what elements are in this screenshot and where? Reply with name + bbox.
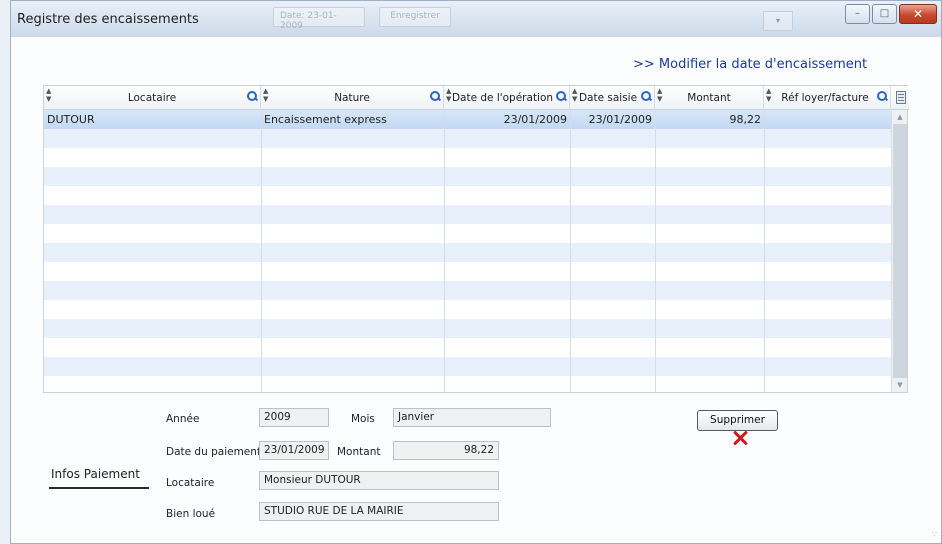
- column-header-date-operation[interactable]: ▲ ▼ Date de l'opération: [444, 86, 570, 110]
- scroll-thumb[interactable]: [893, 124, 907, 378]
- annee-label: Année: [166, 413, 200, 425]
- annee-field[interactable]: 2009: [259, 408, 329, 427]
- locataire-field[interactable]: Monsieur DUTOUR: [259, 471, 499, 490]
- column-chooser-icon[interactable]: [896, 91, 906, 104]
- column-divider: [570, 110, 571, 392]
- column-divider: [444, 110, 445, 392]
- table-header: ▲ ▼ Locataire ▲ ▼ Nature ▲ ▼ Date de l'opér…: [44, 86, 909, 110]
- column-header-label: Nature: [334, 92, 370, 104]
- resize-grip-icon[interactable]: ∵: [932, 530, 937, 539]
- mois-label: Mois: [351, 413, 375, 425]
- background-button-ghost: Enregistrer: [379, 7, 451, 27]
- window-content: >> Modifier la date d'encaissement ▲ ▼ Lo…: [11, 37, 941, 543]
- column-chooser[interactable]: [891, 86, 909, 110]
- search-icon[interactable]: [877, 91, 888, 102]
- column-header-label: Locataire: [127, 92, 177, 104]
- column-header-date-saisie[interactable]: ▲ ▼ Date saisie: [570, 86, 655, 110]
- modify-date-link[interactable]: >> Modifier la date d'encaissement: [633, 57, 867, 72]
- date-paiement-label: Date du paiement: [166, 446, 262, 458]
- cell-date-operation: 23/01/2009: [503, 113, 567, 126]
- mois-field[interactable]: Janvier: [393, 408, 551, 427]
- date-paiement-field[interactable]: 23/01/2009: [259, 441, 329, 460]
- cell-ref: [764, 110, 891, 129]
- montant-field[interactable]: 98,22: [393, 441, 499, 460]
- window-title: Registre des encaissements: [17, 12, 199, 27]
- title-bar[interactable]: Registre des encaissements Date: 23-01-2…: [11, 1, 941, 37]
- background-dropdown-ghost: ▾: [763, 11, 793, 31]
- bien-loue-field[interactable]: STUDIO RUE DE LA MAIRIE: [259, 502, 499, 521]
- column-header-label: Montant: [687, 92, 731, 104]
- search-icon[interactable]: [247, 91, 258, 102]
- scroll-up-icon[interactable]: ▲: [892, 110, 908, 124]
- delete-x-icon[interactable]: [731, 429, 749, 447]
- background-date-ghost: Date: 23-01-2009: [273, 7, 365, 31]
- column-header-label: Réf loyer/facture: [781, 92, 869, 104]
- cell-date-saisie: 23/01/2009: [588, 113, 652, 126]
- cell-montant: 98,22: [729, 113, 762, 126]
- infos-paiement-underline: [49, 487, 149, 489]
- locataire-label: Locataire: [166, 477, 215, 489]
- column-header-ref[interactable]: ▲ ▼ Réf loyer/facture: [764, 86, 891, 110]
- main-window: Registre des encaissements Date: 23-01-2…: [10, 0, 942, 544]
- payments-table: ▲ ▼ Locataire ▲ ▼ Nature ▲ ▼ Date de l'opér…: [43, 85, 909, 393]
- column-header-locataire[interactable]: ▲ ▼ Locataire: [44, 86, 261, 110]
- minimize-button[interactable]: –: [845, 4, 870, 24]
- column-header-montant[interactable]: ▲ ▼ Montant: [655, 86, 764, 110]
- column-header-label: Date de l'opération: [451, 92, 554, 104]
- supprimer-button[interactable]: Supprimer: [697, 410, 778, 431]
- column-header-nature[interactable]: ▲ ▼ Nature: [261, 86, 444, 110]
- montant-label: Montant: [337, 446, 381, 458]
- close-button[interactable]: ✕: [899, 4, 937, 24]
- cell-nature: Encaissement express: [264, 113, 387, 126]
- column-divider: [261, 110, 262, 392]
- table-body: DUTOUR Encaissement express 23/01/2009 2…: [44, 110, 891, 392]
- column-divider: [655, 110, 656, 392]
- search-icon[interactable]: [641, 91, 652, 102]
- bien-loue-label: Bien loué: [166, 508, 216, 520]
- column-header-label: Date saisie: [578, 92, 638, 104]
- infos-paiement-label: Infos Paiement: [51, 467, 140, 481]
- cell-locataire: DUTOUR: [47, 113, 95, 126]
- column-divider: [764, 110, 765, 392]
- maximize-button[interactable]: □: [872, 4, 897, 24]
- scroll-down-icon[interactable]: ▼: [892, 378, 908, 392]
- vertical-scrollbar[interactable]: ▲ ▼: [891, 110, 907, 392]
